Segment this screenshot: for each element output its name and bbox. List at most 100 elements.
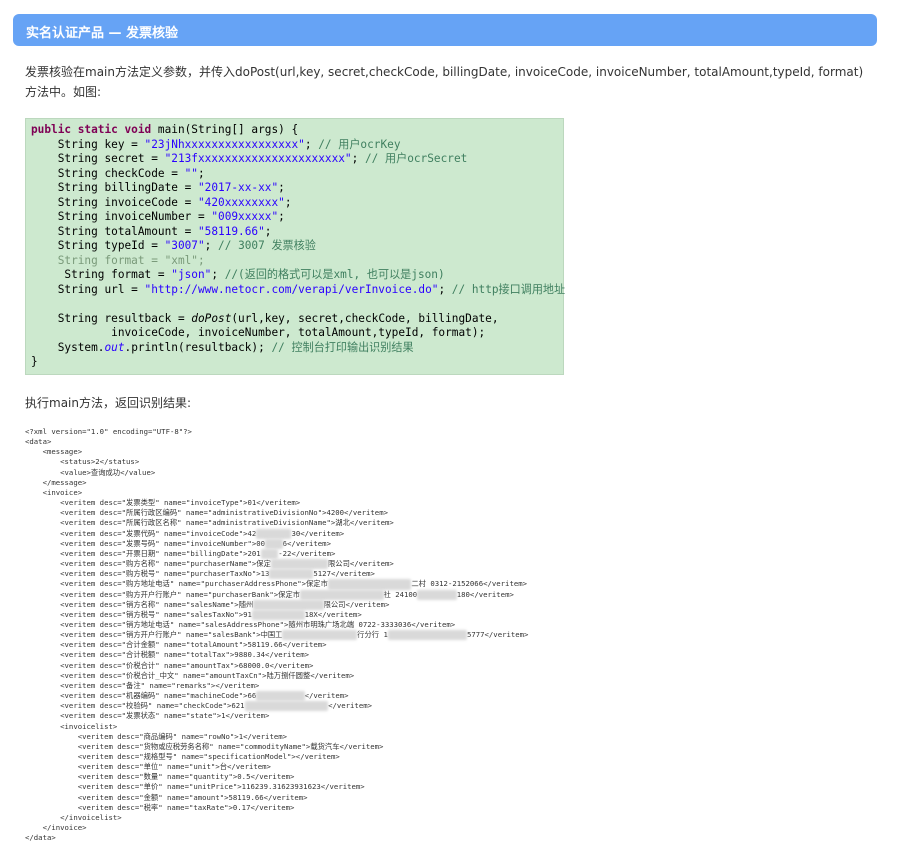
code-token: String format = "xml"; (31, 253, 205, 267)
redaction-blur: XXXXXXXX (256, 528, 292, 539)
code-token: 180</veritem> (456, 589, 514, 599)
code-token: ; (438, 282, 452, 296)
code-token: ; (264, 224, 272, 238)
redaction-blur: XXXXXXXXXX (269, 569, 314, 580)
code-token: <veritem desc="校验码" name="checkCode">621 (25, 701, 245, 711)
code-token: String key = (31, 137, 145, 151)
code-token: <data> (25, 437, 52, 447)
code-token: "23jNhxxxxxxxxxxxxxxxxx" (144, 137, 305, 151)
code-token: (url,key, secret,checkCode, billingDate, (231, 311, 499, 325)
code-token: <veritem desc="发票代码" name="invoiceCode">… (25, 528, 257, 538)
code-token: <veritem desc="金额" name="amount">58119.6… (25, 792, 308, 802)
code-token: out (104, 340, 125, 354)
code-token: <veritem desc="货物或应税劳务名称" name="commodit… (25, 741, 384, 751)
xml-result-screenshot: <?xml version="1.0" encoding="UTF-8"?> <… (25, 427, 885, 843)
code-token: <veritem desc="单价" name="unitPrice">1162… (25, 782, 365, 792)
code-token: <veritem desc="销方开户行账户" name="salesBank"… (25, 630, 283, 640)
code-token: <status>2</status> (25, 457, 140, 467)
code-token: "http://www.netocr.com/verapi/verInvoice… (144, 282, 439, 296)
code-token: <?xml version="1.0" encoding="UTF-8"?> (25, 427, 192, 436)
code-token: 6</veritem> (282, 538, 331, 548)
code-token: // 3007 发票核验 (218, 239, 316, 252)
code-token: String url = (31, 282, 145, 296)
code-token: <veritem desc="税率" name="taxRate">0.17</… (25, 802, 295, 812)
code-token: <veritem desc="购方名称" name="purchaserName… (25, 559, 271, 569)
banner-title: 实名认证产品 — 发票核验 (26, 26, 179, 41)
code-token: <veritem desc="合计税额" name="totalTax">988… (25, 650, 309, 660)
code-token: <veritem desc="单位" name="unit">台</verite… (25, 762, 271, 772)
code-token: 行分行 1 (357, 630, 388, 640)
code-token: // 用户ocrSecret (364, 152, 468, 165)
redaction-blur: XXXX (265, 538, 283, 549)
code-token: String typeId = (31, 239, 165, 252)
code-token: <veritem desc="购方税号" name="purchaserTaxN… (25, 569, 270, 579)
code-token: <value>查询成功</value> (25, 467, 156, 477)
code-token: String format = (31, 268, 172, 281)
code-token: 二村 0312-2152066</veritem> (411, 579, 528, 589)
code-token: ; (304, 137, 319, 151)
redaction-blur: XXXXXXXXXXXX (251, 609, 305, 620)
code-token: <message> (25, 447, 83, 457)
code-token: String resultback = (31, 311, 192, 325)
code-token: doPost (191, 311, 232, 325)
code-token: ; (278, 210, 285, 223)
code-token: 30</veritem> (291, 528, 345, 538)
code-token: <veritem desc="规格型号" name="specification… (25, 752, 340, 761)
code-token: <veritem desc="合计金额" name="totalAmount">… (25, 640, 327, 650)
code-token: </veritem> (328, 701, 373, 711)
code-token: <veritem desc="数量" name="quantity">0.5</… (25, 772, 295, 782)
code-token: main(String[] args) { (151, 123, 299, 136)
code-token: <invoicelist> (25, 721, 118, 731)
redaction-blur: XXXXXXXXXXXXXXXXXXX (244, 701, 329, 712)
redaction-blur: XXXXXXXXXXXXXXXXXX (387, 630, 467, 641)
code-token: <veritem desc="机器编码" name="machineCode">… (25, 691, 257, 701)
code-token: "420xxxxxxxx" (197, 195, 285, 209)
code-token: ; (204, 239, 219, 252)
code-token: 5127</veritem> (313, 569, 375, 579)
code-token: <veritem desc="开票日期" name="billingDate">… (25, 548, 261, 558)
code-screenshot: public static void main(String[] args) {… (25, 118, 566, 375)
code-token: 限公司</veritem> (323, 599, 390, 609)
code-token: } (31, 355, 38, 368)
code-token: String invoiceNumber = (31, 210, 212, 223)
code-token: // http接口调用地址 (451, 282, 566, 296)
code-token: "58119.66" (197, 224, 265, 238)
code-token: <veritem desc="所属行政区编码" name="administra… (25, 508, 388, 518)
code-block: public static void main(String[] args) {… (26, 119, 566, 374)
code-token: <veritem desc="所属行政区名称" name="administra… (25, 518, 394, 528)
code-token: // 用户ocrKey (318, 137, 401, 151)
xml-block: <?xml version="1.0" encoding="UTF-8"?> <… (25, 427, 885, 843)
code-token: <veritem desc="购方地址电话" name="purchaserAd… (25, 579, 328, 589)
code-token: -22</veritem> (278, 548, 336, 558)
code-token: </veritem> (304, 691, 349, 701)
code-token: <veritem desc="销方地址电话" name="salesAddres… (25, 619, 456, 629)
code-token: 18X</veritem> (304, 609, 362, 619)
code-token: invoiceCode, invoiceNumber, totalAmount,… (31, 326, 486, 339)
code-token: "213fxxxxxxxxxxxxxxxxxxxxxx" (164, 152, 352, 165)
code-token: "009xxxxx" (211, 210, 279, 223)
code-token: "" (184, 166, 198, 180)
redaction-blur: XXXXXXXXXXXXXXXX (253, 599, 324, 610)
code-token: 限公司</veritem> (328, 559, 394, 569)
code-token: </message> (25, 477, 87, 487)
code-token: "2017-xx-xx" (197, 181, 279, 194)
code-token: ; (278, 181, 285, 194)
code-token: "json" (171, 268, 212, 281)
redaction-blur: XXXXXXXXX (417, 589, 457, 600)
code-token: ; (197, 166, 205, 180)
code-token: "3007" (164, 239, 205, 252)
redaction-blur: XXXXXXXXXXX (256, 691, 305, 702)
redaction-blur: XXXXXXXXXXXXXXXXXXX (327, 579, 412, 590)
code-token: <veritem desc="价税合计" name="amountTax">68… (25, 660, 314, 670)
code-token: ; (284, 195, 292, 209)
code-token: System. (31, 340, 105, 354)
code-token: .println(resultback); (124, 340, 272, 354)
code-token: <veritem desc="发票号码" name="invoiceNumber… (25, 538, 266, 548)
code-token: String checkCode = (31, 166, 185, 180)
code-token: String secret = (31, 152, 165, 165)
code-token: String billingDate = (31, 181, 198, 194)
code-keyword: public static void (31, 123, 152, 136)
code-token: <veritem desc="商品编码" name="rowNo">1</ver… (25, 731, 288, 741)
code-token: <veritem desc="销方税号" name="salesTaxNo">9… (25, 609, 252, 619)
intro-paragraph: 发票核验在main方法定义参数，并传入doPost(url,key, secre… (25, 65, 864, 99)
